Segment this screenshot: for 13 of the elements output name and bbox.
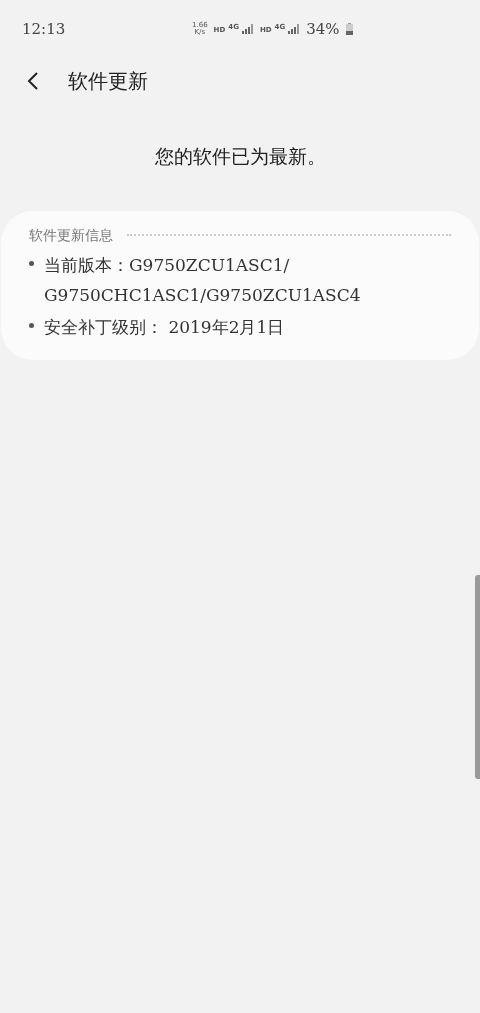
page-title: 软件更新 (68, 68, 148, 95)
clock: 12:13 (22, 18, 67, 40)
info-text: 当前版本：G9750ZCU1ASC1/ G9750CHC1ASC1/G9750ZCU1ASC4 (44, 253, 362, 307)
info-text: 安全补丁级别： 2019年2月1日 (44, 315, 286, 339)
battery-percent: 34% (306, 18, 340, 40)
battery-icon (345, 23, 353, 35)
section-title: 软件更新信息 (29, 225, 113, 245)
bullet-icon (29, 322, 34, 328)
signal-icon (241, 24, 254, 34)
bullet-icon (29, 260, 34, 266)
signal-icon (288, 24, 301, 34)
status-message: 您的软件已为最新。 (154, 144, 326, 169)
back-icon (27, 71, 39, 91)
